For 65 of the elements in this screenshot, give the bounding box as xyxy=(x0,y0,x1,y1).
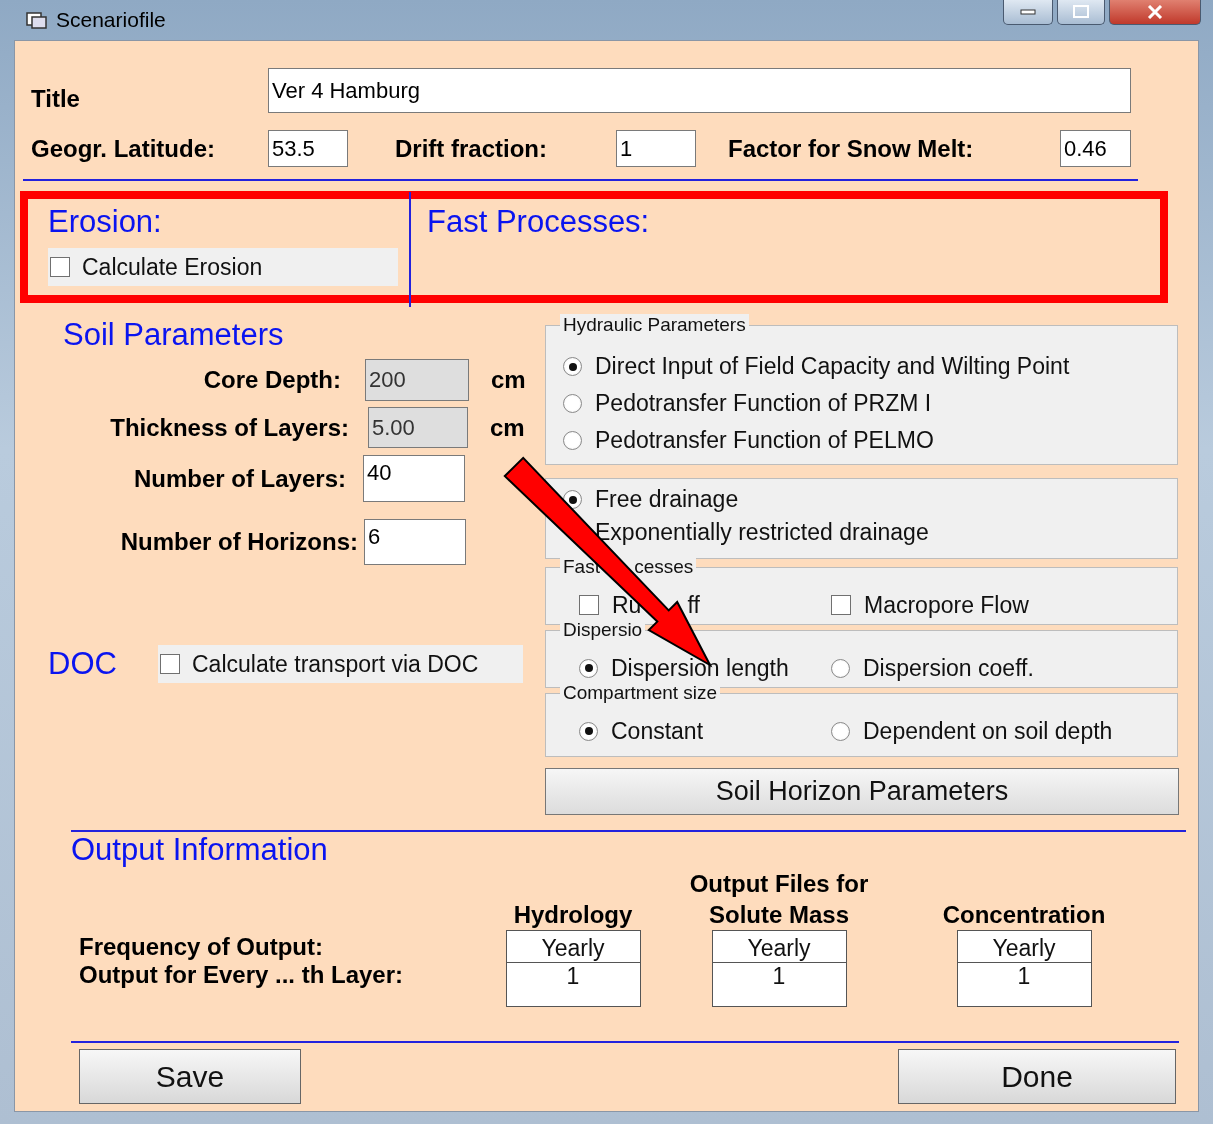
field-label: Number of Layers: xyxy=(132,464,346,493)
dialog-button[interactable]: Save xyxy=(79,1049,301,1104)
unit-label: cm xyxy=(491,366,526,394)
radio-button[interactable] xyxy=(563,394,582,413)
unit-label: cm xyxy=(490,413,525,442)
radio-button[interactable] xyxy=(831,658,850,678)
frequency-field[interactable]: Yearly xyxy=(505,930,641,963)
group-legend: Hydraulic Parameters xyxy=(560,314,749,336)
field-label: Factor for Snow Melt: xyxy=(728,134,975,163)
radio-label[interactable]: Pedotransfer Function of PRZM I xyxy=(595,390,932,417)
window-icon xyxy=(26,10,48,30)
section-heading: Fast Processes: xyxy=(427,204,650,239)
frequency-field[interactable]: Yearly xyxy=(711,930,847,963)
radio-label[interactable]: Dispersion coeff. xyxy=(863,654,1034,682)
checkbox[interactable] xyxy=(579,595,599,615)
radio-label[interactable]: Dispersion length xyxy=(611,654,789,682)
layer-field[interactable]: 1 xyxy=(505,963,641,1007)
field-label: Drift fraction: xyxy=(395,134,548,163)
radio-button[interactable] xyxy=(579,721,598,741)
input-field[interactable]: 40 xyxy=(363,455,465,502)
row-label: Output for Every ... th Layer: xyxy=(79,961,405,989)
radio-label[interactable]: Pedotransfer Function of PELMO xyxy=(595,427,934,454)
layer-field[interactable]: 1 xyxy=(711,963,847,1007)
title-field[interactable]: Ver 4 Hamburg xyxy=(268,68,1131,113)
column-header: Concentration xyxy=(941,900,1107,930)
radio-button[interactable] xyxy=(579,658,598,678)
section-heading: Output Information xyxy=(71,832,329,868)
radio-button[interactable] xyxy=(563,357,582,376)
section-heading: DOC xyxy=(48,646,118,682)
radio-button[interactable] xyxy=(563,431,582,450)
minimize-button[interactable] xyxy=(1003,0,1053,25)
layer-field[interactable]: 1 xyxy=(956,963,1092,1007)
row-label: Frequency of Output: xyxy=(79,932,324,961)
close-icon xyxy=(1146,5,1164,19)
checkbox-label[interactable]: Macropore Flow xyxy=(864,591,1029,619)
radio-label[interactable]: Dependent on soil depth xyxy=(863,717,1113,745)
dialog-button[interactable]: Done xyxy=(898,1049,1176,1104)
radio-label[interactable]: Constant xyxy=(611,717,704,745)
column-header: Hydrology xyxy=(512,900,634,930)
maximize-icon xyxy=(1073,5,1089,19)
field-label: Thickness of Layers: xyxy=(109,413,349,442)
field-label: Geogr. Latitude: xyxy=(31,134,216,163)
radio-label[interactable]: Direct Input of Field Capacity and Wilting Point xyxy=(595,353,1070,380)
input-field[interactable]: 1 xyxy=(616,130,696,167)
radio-label[interactable]: Exponentially restricted drainage xyxy=(595,519,929,546)
checkbox[interactable] xyxy=(160,654,180,674)
input-field[interactable]: 0.46 xyxy=(1060,130,1131,167)
close-button[interactable] xyxy=(1109,0,1201,25)
checkbox[interactable] xyxy=(50,257,70,277)
maximize-button[interactable] xyxy=(1057,0,1105,25)
minimize-icon xyxy=(1020,9,1036,15)
radio-button[interactable] xyxy=(831,721,850,741)
field-label: Title xyxy=(31,85,81,113)
frequency-field[interactable]: Yearly xyxy=(956,930,1092,963)
radio-label[interactable]: Free drainage xyxy=(595,486,739,513)
column-header: Output Files for Solute Mass xyxy=(688,869,870,930)
section-heading: Erosion: xyxy=(48,204,163,240)
section-heading: Soil Parameters xyxy=(63,317,285,353)
input-field[interactable]: 6 xyxy=(364,519,466,565)
window-title: Scenariofile xyxy=(56,8,166,32)
field-label: Core Depth: xyxy=(202,366,341,394)
soil-horizon-parameters-button[interactable]: Soil Horizon Parameters xyxy=(545,768,1179,815)
checkbox[interactable] xyxy=(831,595,851,615)
field-label: Number of Horizons: xyxy=(119,528,358,556)
input-field[interactable]: 53.5 xyxy=(268,130,348,167)
